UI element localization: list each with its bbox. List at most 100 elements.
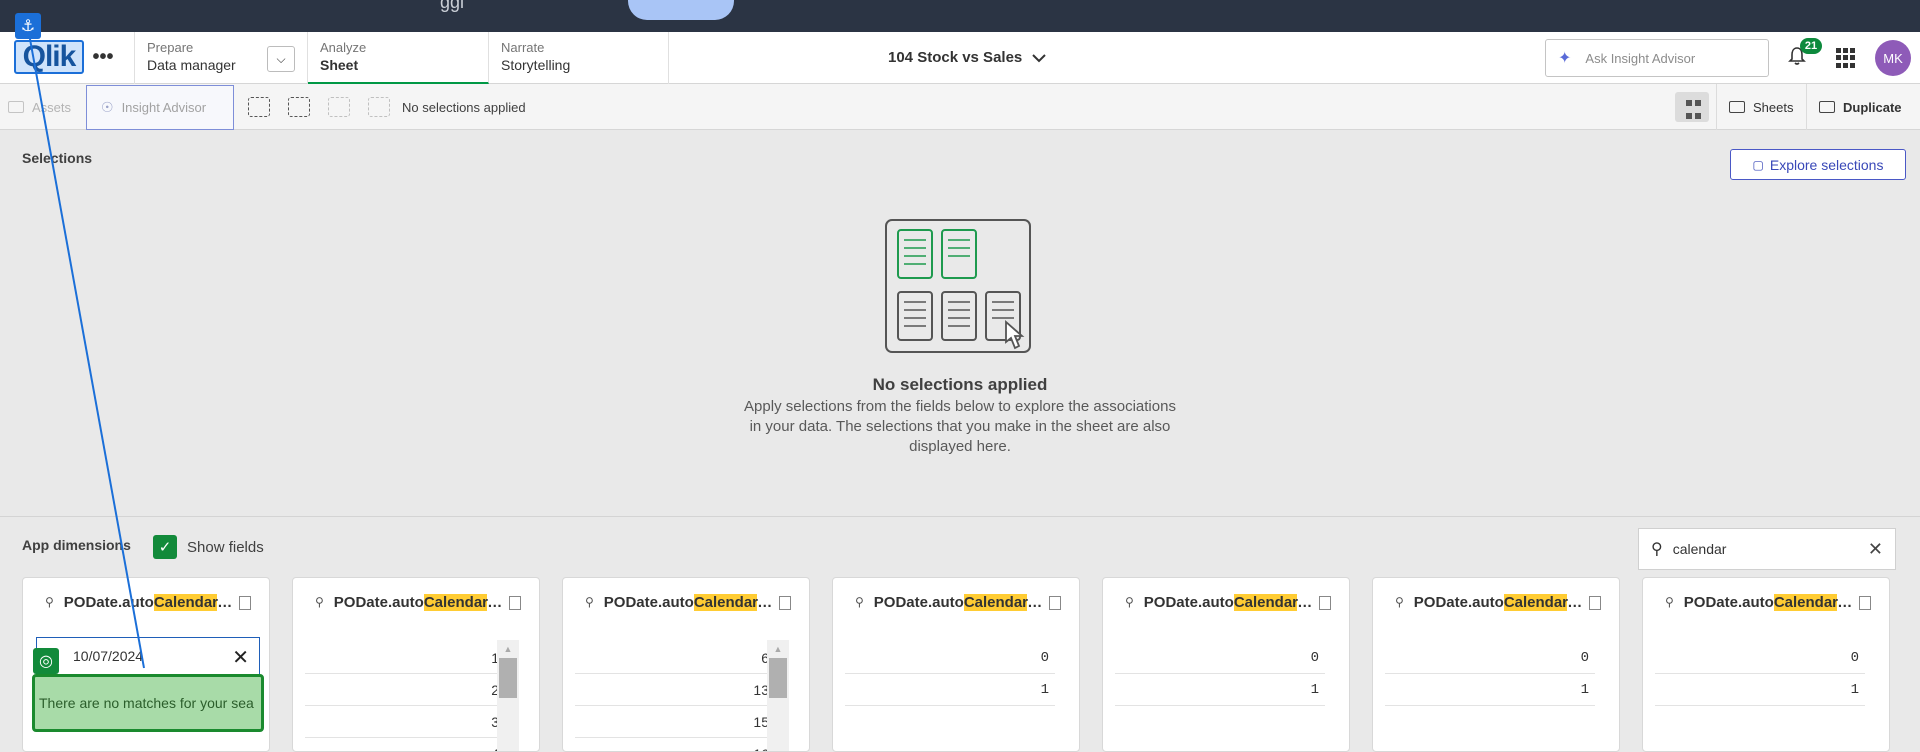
scrollbar-thumb[interactable] xyxy=(499,658,517,698)
insight-advisor-button[interactable]: ☉ Insight Advisor xyxy=(86,85,234,130)
search-icon: ⚲ xyxy=(315,595,324,609)
app-title: 104 Stock vs Sales xyxy=(888,49,1023,66)
navigation-bar: Qlik ••• Prepare Data manager ⌵ Analyze … xyxy=(0,32,1920,84)
dimension-card[interactable]: ⚲ PODate.autoCalendar.I… 0 1 xyxy=(1372,577,1620,752)
list-item[interactable]: 0 xyxy=(1655,642,1865,674)
dimension-title: PODate.autoCalendar.… xyxy=(63,593,236,611)
clear-selections-icon[interactable] xyxy=(368,97,390,117)
tab-name: Sheet xyxy=(320,57,359,73)
tab-prepare[interactable]: Prepare Data manager ⌵ xyxy=(134,32,308,84)
dimension-search-field: ⚲ ✕ xyxy=(1638,528,1896,570)
list-item[interactable]: 2 xyxy=(305,674,505,706)
app-dimensions-heading: App dimensions xyxy=(22,537,131,553)
no-matches-message: There are no matches for your sea xyxy=(32,674,264,732)
tab-category: Narrate xyxy=(501,40,545,55)
dimension-card-header[interactable]: ⚲ PODate.autoCalendar.… xyxy=(23,578,269,626)
sparkle-icon: ✦ xyxy=(1558,50,1572,67)
list-item[interactable]: 1 xyxy=(305,642,505,674)
value-list: 0 1 xyxy=(845,642,1055,706)
lasso-select-icon[interactable] xyxy=(288,97,310,117)
avatar[interactable]: MK xyxy=(1875,40,1911,76)
ask-placeholder: Ask Insight Advisor xyxy=(1585,50,1696,66)
list-item[interactable]: 0 xyxy=(1385,642,1595,674)
empty-state-description: Apply selections from the fields below t… xyxy=(744,398,1176,455)
list-item[interactable]: 4 xyxy=(305,738,505,751)
more-options-button[interactable]: ••• xyxy=(90,44,116,70)
qlik-logo[interactable]: Qlik xyxy=(14,40,84,74)
scrollbar-thumb[interactable] xyxy=(769,658,787,698)
list-item[interactable]: 1 xyxy=(1385,674,1595,706)
list-item[interactable]: 0 xyxy=(845,642,1055,674)
dimension-title: PODate.autoCalendar.I… xyxy=(1413,593,1586,611)
empty-selections-illustration xyxy=(885,219,1031,353)
sheets-icon xyxy=(1729,101,1745,113)
list-item[interactable]: 1 xyxy=(845,674,1055,706)
dimension-card-header[interactable]: ⚲ PODate.autoCalendar.I… xyxy=(1103,578,1349,626)
empty-state-title: No selections applied xyxy=(872,375,1048,394)
list-item[interactable]: 1 xyxy=(1655,674,1865,706)
top-banner: ggi xyxy=(0,0,1920,32)
selections-view-icon[interactable] xyxy=(1675,92,1709,122)
show-fields-checkbox[interactable]: ✓ Show fields xyxy=(153,535,264,559)
chevron-down-icon[interactable]: ⌵ xyxy=(267,46,295,72)
selection-status: No selections applied xyxy=(402,99,526,115)
search-icon: ⚲ xyxy=(855,595,864,609)
dimension-card[interactable]: ⚲ PODate.autoCalendar.I… 0 1 xyxy=(1102,577,1350,752)
dimension-title: PODate.autoCalendar.I… xyxy=(873,593,1046,611)
scrollbar[interactable]: ▲ xyxy=(497,640,519,751)
dimension-card-header[interactable]: ⚲ PODate.autoCalendar.I… xyxy=(833,578,1079,626)
dimension-search-input[interactable] xyxy=(1672,541,1858,557)
close-icon[interactable]: ✕ xyxy=(232,645,249,670)
dimension-card[interactable]: ⚲ PODate.autoCalendar.I… 0 1 xyxy=(1642,577,1890,752)
search-icon: ⚲ xyxy=(1665,595,1674,609)
panel-icon xyxy=(8,101,24,113)
dimension-card-header[interactable]: ⚲ PODate.autoCalendar.… xyxy=(563,578,809,626)
assets-button[interactable]: Assets xyxy=(8,84,71,130)
dimension-card[interactable]: ⚲ PODate.autoCalendar.… 6 13 15 16 ▲ xyxy=(562,577,810,752)
field-search-input[interactable]: 10/07/2024 ✕ xyxy=(36,637,260,675)
tab-narrate[interactable]: Narrate Storytelling xyxy=(489,32,669,84)
sheet-toolbar: Assets ☉ Insight Advisor No selections a… xyxy=(0,84,1920,130)
scroll-up-icon[interactable]: ▲ xyxy=(497,640,519,658)
notifications-button[interactable]: 21 xyxy=(1788,38,1822,70)
ask-insight-advisor-input[interactable]: ✦ Ask Insight Advisor xyxy=(1545,39,1769,77)
chevron-down-icon xyxy=(1032,53,1046,62)
insight-label: Insight Advisor xyxy=(121,100,207,115)
clear-search-icon[interactable]: ✕ xyxy=(1868,539,1883,560)
list-item[interactable]: 15 xyxy=(575,706,775,738)
dimension-card[interactable]: ⚲ PODate.autoCalendar.… 1 2 3 4 ▲ xyxy=(292,577,540,752)
apps-grid-icon[interactable] xyxy=(1836,48,1856,68)
value-list: 0 1 xyxy=(1655,642,1865,706)
field-list-icon xyxy=(1859,596,1871,610)
dimension-card-header[interactable]: ⚲ PODate.autoCalendar.I… xyxy=(1643,578,1889,626)
dimension-title: PODate.autoCalendar.I… xyxy=(1143,593,1316,611)
app-title-dropdown[interactable]: 104 Stock vs Sales xyxy=(888,49,1046,66)
duplicate-label: Duplicate xyxy=(1843,99,1902,115)
tab-analyze[interactable]: Analyze Sheet xyxy=(308,32,489,84)
checkmark-icon: ✓ xyxy=(153,535,177,559)
list-item[interactable]: 6 xyxy=(575,642,775,674)
step-forward-icon[interactable] xyxy=(328,97,350,117)
search-icon: ⚲ xyxy=(45,595,54,609)
value-list: 0 1 xyxy=(1385,642,1595,706)
field-list-icon xyxy=(239,596,251,610)
scrollbar[interactable]: ▲ xyxy=(767,640,789,751)
explore-selections-button[interactable]: ▢ Explore selections xyxy=(1730,149,1906,180)
dimension-card-header[interactable]: ⚲ PODate.autoCalendar.I… xyxy=(1373,578,1619,626)
scroll-up-icon[interactable]: ▲ xyxy=(767,640,789,658)
insight-icon: ☉ xyxy=(101,99,114,115)
smart-search-icon[interactable] xyxy=(248,97,270,117)
list-item[interactable]: 16 xyxy=(575,738,775,751)
banner-pill-button[interactable] xyxy=(628,0,734,20)
list-item[interactable]: 0 xyxy=(1115,642,1325,674)
list-item[interactable]: 13 xyxy=(575,674,775,706)
list-item[interactable]: 1 xyxy=(1115,674,1325,706)
show-fields-label: Show fields xyxy=(187,538,264,556)
dimension-card-header[interactable]: ⚲ PODate.autoCalendar.… xyxy=(293,578,539,626)
logo-text: Qlik xyxy=(22,40,77,73)
dimension-card[interactable]: ⚲ PODate.autoCalendar.I… 0 1 xyxy=(832,577,1080,752)
sheets-button[interactable]: Sheets xyxy=(1716,84,1793,130)
tab-category: Analyze xyxy=(320,40,367,55)
list-item[interactable]: 3 xyxy=(305,706,505,738)
duplicate-button[interactable]: Duplicate xyxy=(1806,84,1902,130)
